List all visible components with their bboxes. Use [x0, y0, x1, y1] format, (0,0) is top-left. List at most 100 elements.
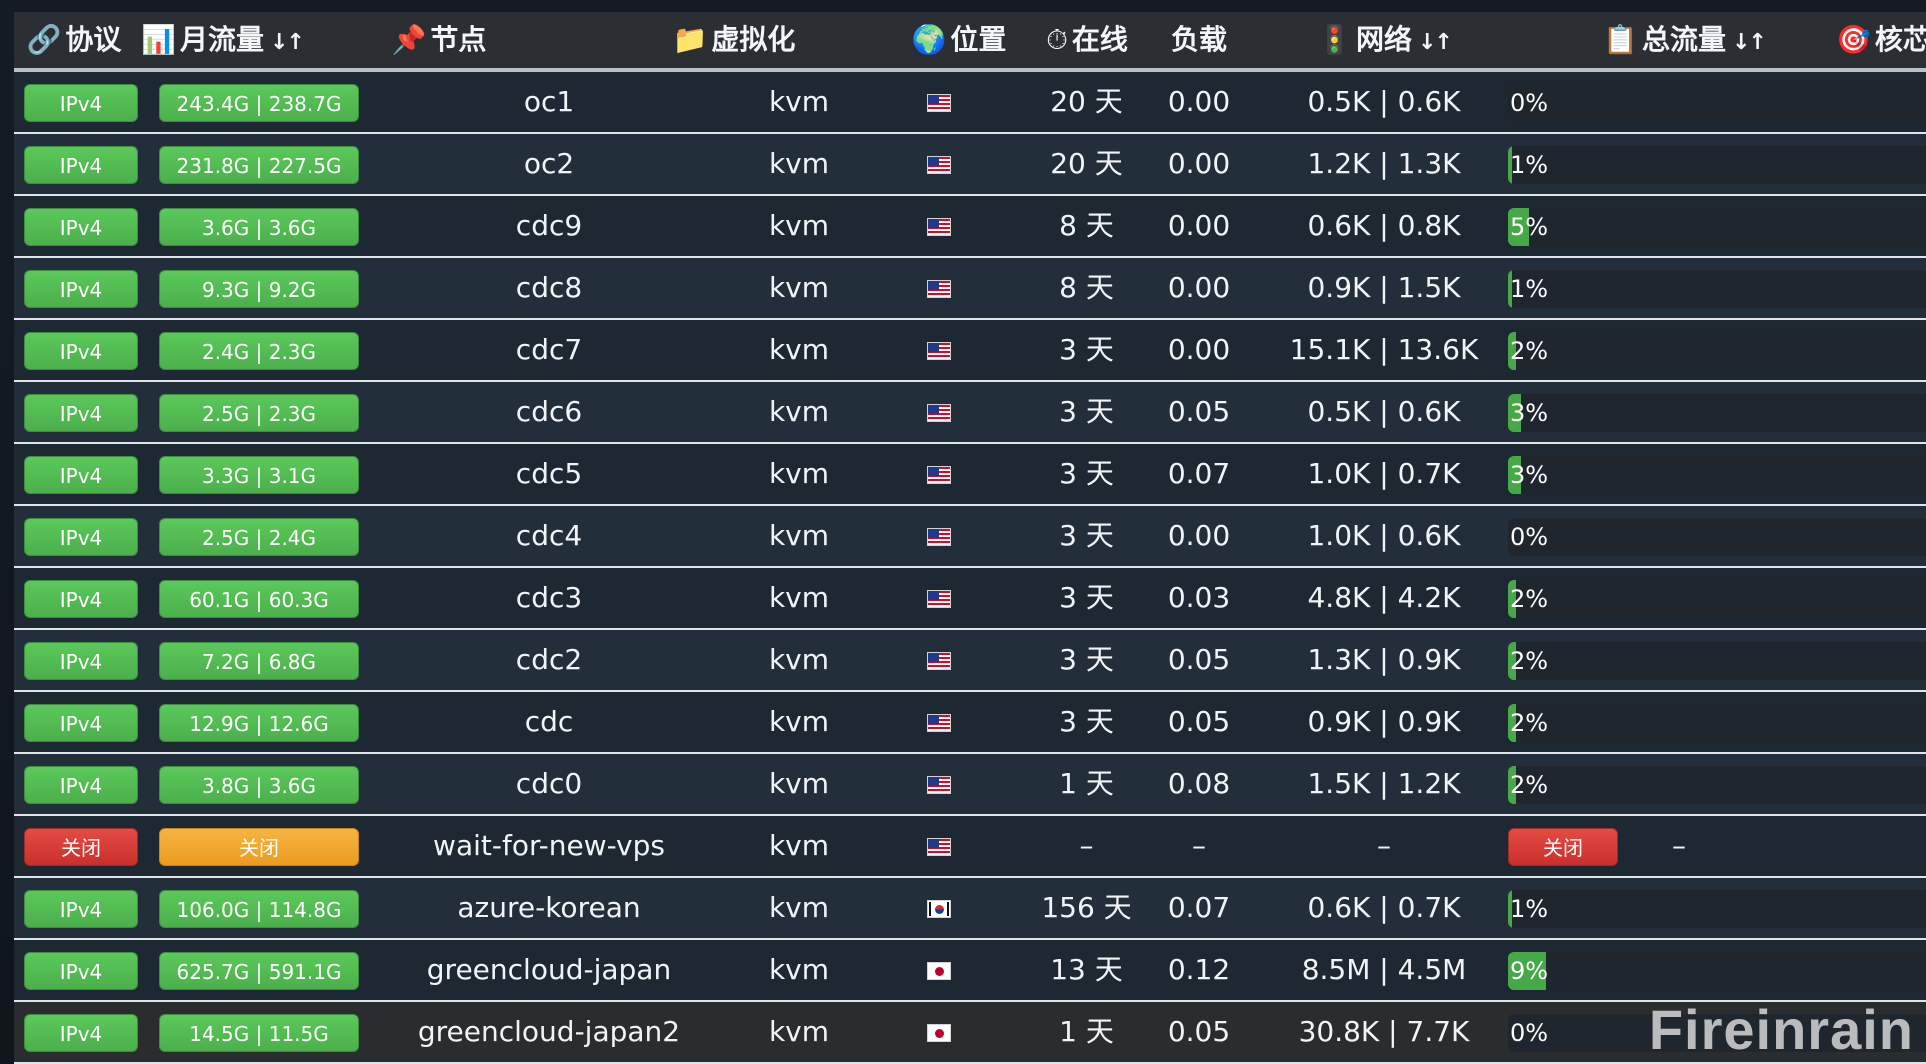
location-header[interactable]: 🌍 位置	[889, 12, 1029, 68]
table-row[interactable]: IPv4 106.0G | 114.8G azure-korean kvm 156 天 0…	[14, 878, 1926, 940]
virtualization-value: kvm	[768, 1015, 830, 1048]
core-usage-text: 2%	[1510, 337, 1549, 365]
monthly-traffic-header[interactable]: 📊 月流量 ↓↑	[132, 12, 312, 68]
network-header[interactable]: 🚦 网络 ↓↑	[1264, 12, 1504, 68]
uptime-value: 3 天	[1059, 581, 1114, 614]
core-usage-bar: 3%	[1508, 456, 1926, 494]
node-name: oc1	[523, 85, 575, 118]
uptime-value: 8 天	[1059, 271, 1114, 304]
node-name: cdc6	[515, 395, 583, 428]
protocol-badge: IPv4	[24, 766, 138, 804]
network-value: 0.5K | 0.6K	[1307, 395, 1461, 428]
us-flag-icon	[927, 342, 951, 360]
pin-icon: 📌	[391, 23, 427, 56]
core-usage-text: 2%	[1510, 585, 1549, 613]
watermark: Fireinrain	[1648, 998, 1914, 1061]
node-name: cdc8	[515, 271, 583, 304]
core-usage-bar: 1%	[1508, 270, 1926, 308]
protocol-header[interactable]: 🔗 协议	[14, 12, 134, 68]
table-row[interactable]: IPv4 14.5G | 11.5G greencloud-japan2 kvm 1 天…	[14, 1002, 1926, 1064]
table-row[interactable]: IPv4 12.9G | 12.6G cdc kvm 3 天 0.05 0.9K | 0.9…	[14, 692, 1926, 754]
table-row[interactable]: IPv4 2.5G | 2.3G cdc6 kvm 3 天 0.05 0.5K | 0.6K…	[14, 382, 1926, 444]
table-row[interactable]: IPv4 625.7G | 591.1G greencloud-japan kvm 13…	[14, 940, 1926, 1002]
protocol-badge: IPv4	[24, 952, 138, 990]
virtualization-value: kvm	[768, 581, 830, 614]
table-header: 🔗 协议 📊 月流量 ↓↑ 📌 节点 📁 虚拟化 🌍 位置 ⏱ 在线 负载 🚦 网络 ↓↑	[14, 12, 1926, 72]
load-value: 0.07	[1167, 891, 1231, 924]
core-usage-bar: 2%	[1508, 580, 1926, 618]
node-name: wait-for-new-vps	[433, 829, 665, 862]
table-row[interactable]: IPv4 2.4G | 2.3G cdc7 kvm 3 天 0.00 15.1K | 13.…	[14, 320, 1926, 382]
protocol-badge: IPv4	[24, 270, 138, 308]
virtualization-value: kvm	[768, 953, 830, 986]
monthly-traffic-badge: 14.5G | 11.5G	[159, 1014, 359, 1052]
core-usage-text: 0%	[1510, 523, 1549, 551]
uptime-value: 3 天	[1059, 519, 1114, 552]
core-usage-bar: 0%	[1508, 518, 1926, 556]
location-header-label: 位置	[950, 23, 1007, 56]
network-value: 0.5K | 0.6K	[1307, 85, 1461, 118]
core-usage-text: 0%	[1510, 1019, 1549, 1047]
protocol-badge: IPv4	[24, 84, 138, 122]
protocol-badge: IPv4	[24, 704, 138, 742]
uptime-value: 3 天	[1059, 395, 1114, 428]
uptime-value: 20 天	[1050, 147, 1123, 180]
traffic-light-icon: 🚦	[1317, 23, 1352, 56]
table-row[interactable]: IPv4 7.2G | 6.8G cdc2 kvm 3 天 0.05 1.3K | 0.9K…	[14, 630, 1926, 692]
table-row[interactable]: IPv4 231.8G | 227.5G oc2 kvm 20 天 0.00 1.2K | …	[14, 134, 1926, 196]
sort-icon[interactable]: ↓↑	[1418, 15, 1453, 68]
monthly-traffic-badge: 3.8G | 3.6G	[159, 766, 359, 804]
protocol-badge: IPv4	[24, 642, 138, 680]
uptime-header[interactable]: ⏱ 在线	[1017, 12, 1157, 68]
network-value: 1.5K | 1.2K	[1307, 767, 1461, 800]
monthly-traffic-badge: 231.8G | 227.5G	[159, 146, 359, 184]
core-usage-bar: 2%	[1508, 704, 1926, 742]
us-flag-icon	[927, 466, 951, 484]
node-name: cdc	[524, 705, 574, 738]
core-usage-text: 3%	[1510, 399, 1549, 427]
core-usage-text: 2%	[1510, 647, 1549, 675]
us-flag-icon	[927, 528, 951, 546]
monthly-traffic-badge: 3.3G | 3.1G	[159, 456, 359, 494]
node-name: cdc9	[515, 209, 583, 242]
sort-icon[interactable]: ↓↑	[270, 15, 305, 68]
protocol-badge: IPv4	[24, 332, 138, 370]
node-name: greencloud-japan	[426, 953, 672, 986]
table-row[interactable]: IPv4 243.4G | 238.7G oc1 kvm 20 天 0.00 0.5K | …	[14, 72, 1926, 134]
sort-icon[interactable]: ↓↑	[1732, 15, 1767, 68]
node-name: cdc5	[515, 457, 583, 490]
virtualization-header-label: 虚拟化	[711, 23, 796, 56]
link-icon: 🔗	[26, 23, 62, 56]
protocol-badge: IPv4	[24, 208, 138, 246]
table-row[interactable]: IPv4 9.3G | 9.2G cdc8 kvm 8 天 0.00 0.9K | 1.5K…	[14, 258, 1926, 320]
load-value: –	[1192, 829, 1206, 862]
network-value: 1.0K | 0.7K	[1307, 457, 1461, 490]
bar-chart-icon: 📊	[141, 23, 176, 56]
table-row[interactable]: IPv4 60.1G | 60.3G cdc3 kvm 3 天 0.03 4.8K | 4.…	[14, 568, 1926, 630]
total-traffic-header[interactable]: 📋 总流量 ↓↑	[1564, 12, 1804, 68]
core-header[interactable]: 🎯 核芯	[1836, 12, 1926, 68]
network-value: 1.3K | 0.9K	[1307, 643, 1461, 676]
table-row[interactable]: 关闭 关闭 wait-for-new-vps kvm – – – – 关闭	[14, 816, 1926, 878]
network-value: 0.6K | 0.7K	[1307, 891, 1461, 924]
globe-icon: 🌍	[911, 23, 947, 56]
virtualization-header[interactable]: 📁 虚拟化	[634, 12, 834, 68]
core-usage-text: 1%	[1510, 151, 1549, 179]
uptime-value: 1 天	[1059, 1015, 1114, 1048]
core-usage-bar: 2%	[1508, 642, 1926, 680]
protocol-badge: IPv4	[24, 890, 138, 928]
monthly-traffic-badge: 7.2G | 6.8G	[159, 642, 359, 680]
core-usage-bar: 5%	[1508, 208, 1926, 246]
core-usage-text: 0%	[1510, 89, 1549, 117]
table-row[interactable]: IPv4 3.3G | 3.1G cdc5 kvm 3 天 0.07 1.0K | 0.7K…	[14, 444, 1926, 506]
node-header[interactable]: 📌 节点	[344, 12, 534, 68]
table-row[interactable]: IPv4 3.6G | 3.6G cdc9 kvm 8 天 0.00 0.6K | 0.8K…	[14, 196, 1926, 258]
protocol-badge: IPv4	[24, 456, 138, 494]
table-row[interactable]: IPv4 3.8G | 3.6G cdc0 kvm 1 天 0.08 1.5K | 1.2K…	[14, 754, 1926, 816]
protocol-badge: IPv4	[24, 518, 138, 556]
us-flag-icon	[927, 714, 951, 732]
clipboard-icon: 📋	[1603, 23, 1638, 56]
load-header[interactable]: 负载	[1149, 12, 1249, 68]
table-row[interactable]: IPv4 2.5G | 2.4G cdc4 kvm 3 天 0.00 1.0K | 0.6K…	[14, 506, 1926, 568]
core-usage-bar: 9%	[1508, 952, 1926, 990]
